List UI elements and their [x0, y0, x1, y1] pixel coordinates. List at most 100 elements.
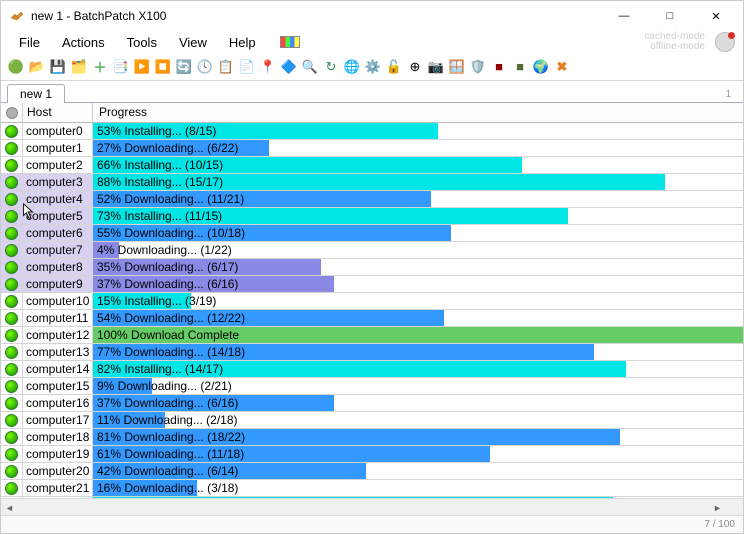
menu-tools[interactable]: Tools [117, 33, 167, 52]
scroll-left-icon[interactable]: ◄ [1, 499, 18, 516]
progress-label: 52% Downloading... (11/21) [97, 191, 244, 207]
host-cell[interactable]: computer21 [23, 480, 93, 496]
table-row[interactable]: computer2042% Downloading... (6/14) [1, 463, 743, 480]
status-cell [1, 446, 23, 462]
close-button[interactable]: ✕ [693, 1, 739, 31]
table-row[interactable]: computer1881% Downloading... (18/22) [1, 429, 743, 446]
table-row[interactable]: computer127% Downloading... (6/22) [1, 140, 743, 157]
menu-view[interactable]: View [169, 33, 217, 52]
maximize-button[interactable]: □ [647, 1, 693, 31]
target-icon[interactable]: ⊕ [406, 58, 424, 76]
table-row[interactable]: computer1961% Downloading... (11/18) [1, 446, 743, 463]
table-row[interactable]: computer835% Downloading... (6/17) [1, 259, 743, 276]
color-palette-icon[interactable] [280, 36, 300, 48]
table-row[interactable]: computer388% Installing... (15/17) [1, 174, 743, 191]
horizontal-scrollbar[interactable]: ◄ ► [1, 498, 743, 515]
camera-icon[interactable]: 📷 [427, 58, 445, 76]
table-row[interactable]: computer655% Downloading... (10/18) [1, 225, 743, 242]
host-cell[interactable]: computer19 [23, 446, 93, 462]
grid-header[interactable]: Host Progress [1, 103, 743, 123]
table-row[interactable]: computer266% Installing... (10/15) [1, 157, 743, 174]
progress-label: 82% Installing... (14/17) [97, 361, 223, 377]
delete-icon[interactable]: ✖ [553, 58, 571, 76]
host-cell[interactable]: computer0 [23, 123, 93, 139]
host-cell[interactable]: computer10 [23, 293, 93, 309]
col-progress-header[interactable]: Progress [93, 103, 743, 122]
progress-label: 66% Installing... (10/15) [97, 157, 223, 173]
duplicate-icon[interactable]: 📑 [112, 58, 130, 76]
square1-icon[interactable]: ■ [490, 58, 508, 76]
table-row[interactable]: computer1482% Installing... (14/17) [1, 361, 743, 378]
host-cell[interactable]: computer17 [23, 412, 93, 428]
table-row[interactable]: computer452% Downloading... (11/21) [1, 191, 743, 208]
host-cell[interactable]: computer3 [23, 174, 93, 190]
table-row[interactable]: computer937% Downloading... (6/16) [1, 276, 743, 293]
earth-icon[interactable]: 🌍 [532, 58, 550, 76]
open-folder-icon[interactable]: 📂 [28, 58, 46, 76]
host-cell[interactable]: computer2 [23, 157, 93, 173]
host-cell[interactable]: computer13 [23, 344, 93, 360]
host-cell[interactable]: computer14 [23, 361, 93, 377]
page-icon[interactable]: 📄 [238, 58, 256, 76]
add-host-icon[interactable]: ＋ [91, 58, 109, 76]
scroll-right-icon[interactable]: ► [709, 499, 726, 516]
table-row[interactable]: computer1015% Installing... (3/19) [1, 293, 743, 310]
host-cell[interactable]: computer15 [23, 378, 93, 394]
col-status-header[interactable] [1, 103, 23, 122]
settings-icon[interactable]: ⚙️ [364, 58, 382, 76]
diamond-icon[interactable]: 🔷 [280, 58, 298, 76]
grid[interactable]: Host Progress computer053% Installing...… [1, 103, 743, 498]
menu-actions[interactable]: Actions [52, 33, 115, 52]
tab-new1[interactable]: new 1 [7, 84, 65, 103]
table-row[interactable]: computer159% Downloading... (2/21) [1, 378, 743, 395]
host-cell[interactable]: computer8 [23, 259, 93, 275]
mode-badge-icon[interactable] [715, 32, 735, 52]
table-row[interactable]: computer74% Downloading... (1/22) [1, 242, 743, 259]
table-row[interactable]: computer1154% Downloading... (12/22) [1, 310, 743, 327]
pin-icon[interactable]: 📍 [259, 58, 277, 76]
table-row[interactable]: computer12100% Download Complete [1, 327, 743, 344]
progress-label: 77% Downloading... (14/18) [97, 344, 245, 360]
search-icon[interactable]: 🔍 [301, 58, 319, 76]
host-cell[interactable]: computer6 [23, 225, 93, 241]
host-cell[interactable]: computer12 [23, 327, 93, 343]
table-row[interactable]: computer2116% Downloading... (3/18) [1, 480, 743, 497]
progress-label: 54% Downloading... (12/22) [97, 310, 245, 326]
schedule-icon[interactable]: 🔄 [175, 58, 193, 76]
windows-icon[interactable]: 🪟 [448, 58, 466, 76]
status-dot-icon [5, 414, 18, 427]
table-row[interactable]: computer1711% Downloading... (2/18) [1, 412, 743, 429]
play-icon[interactable]: ▶️ [133, 58, 151, 76]
status-dot-icon [5, 448, 18, 461]
lock-icon[interactable]: 🔓 [385, 58, 403, 76]
host-cell[interactable]: computer1 [23, 140, 93, 156]
statusbar: 7 / 100 [1, 515, 743, 533]
minimize-button[interactable]: — [601, 1, 647, 31]
save-all-icon[interactable]: 🗂️ [70, 58, 88, 76]
table-row[interactable]: computer1637% Downloading... (6/16) [1, 395, 743, 412]
clock-icon[interactable]: 🕓 [196, 58, 214, 76]
report-icon[interactable]: 📋 [217, 58, 235, 76]
table-row[interactable]: computer053% Installing... (8/15) [1, 123, 743, 140]
tab-count: 1 [725, 89, 737, 102]
stop-icon[interactable]: ⏹️ [154, 58, 172, 76]
host-cell[interactable]: computer20 [23, 463, 93, 479]
table-row[interactable]: computer573% Installing... (11/15) [1, 208, 743, 225]
new-icon[interactable]: 🟢 [7, 58, 25, 76]
refresh-icon[interactable]: ↻ [322, 58, 340, 76]
menu-help[interactable]: Help [219, 33, 266, 52]
host-cell[interactable]: computer7 [23, 242, 93, 258]
updates-icon[interactable]: 🛡️ [469, 58, 487, 76]
host-cell[interactable]: computer9 [23, 276, 93, 292]
host-cell[interactable]: computer11 [23, 310, 93, 326]
host-cell[interactable]: computer16 [23, 395, 93, 411]
table-row[interactable]: computer1377% Downloading... (14/18) [1, 344, 743, 361]
host-cell[interactable]: computer5 [23, 208, 93, 224]
save-icon[interactable]: 💾 [49, 58, 67, 76]
globe-icon[interactable]: 🌐 [343, 58, 361, 76]
square2-icon[interactable]: ■ [511, 58, 529, 76]
menu-file[interactable]: File [9, 33, 50, 52]
host-cell[interactable]: computer4 [23, 191, 93, 207]
col-host-header[interactable]: Host [23, 103, 93, 122]
host-cell[interactable]: computer18 [23, 429, 93, 445]
